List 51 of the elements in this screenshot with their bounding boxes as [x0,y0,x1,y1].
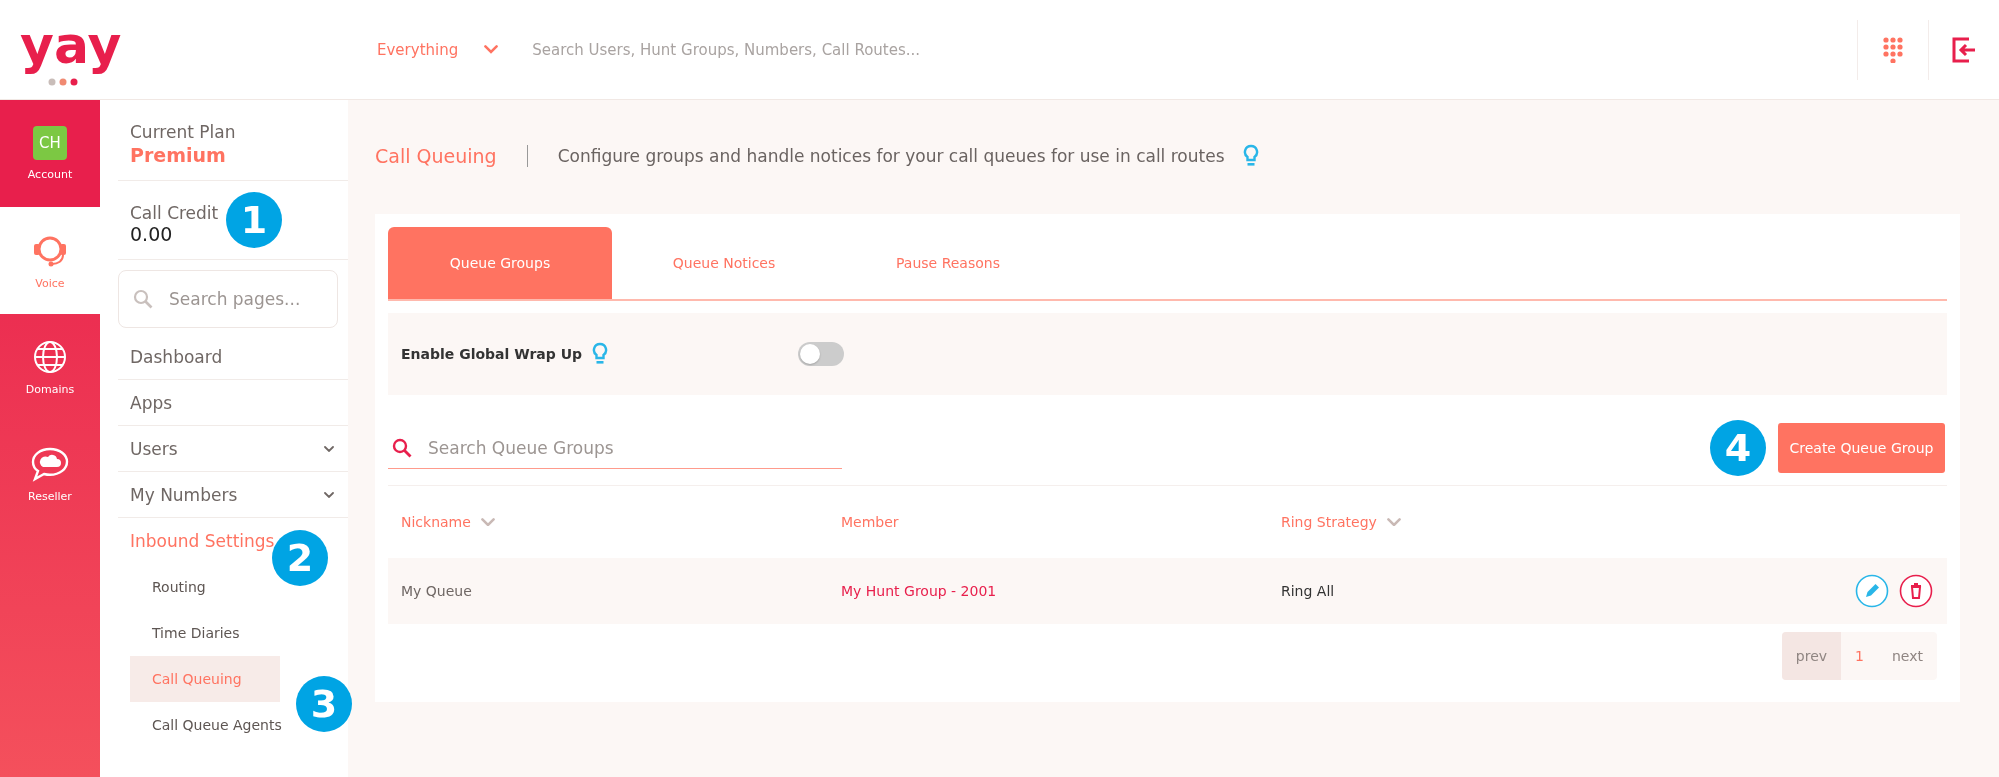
search-icon [392,437,412,458]
nickname-cell-text: My Queue [401,583,473,599]
lightbulb-icon [1242,144,1259,168]
avatar: CH [33,126,67,160]
plan-label: Current Plan [130,122,237,142]
page-number-button[interactable]: 1 [1841,632,1878,680]
tab[interactable]: Pause Reasons [836,227,1060,299]
logo-dots-icon [48,77,78,86]
page-search-box[interactable]: Search pages... [118,270,338,328]
tab[interactable]: Queue Notices [612,227,836,299]
queue-search-box[interactable]: Search Queue Groups [388,427,842,469]
column-header[interactable]: Nickname [401,514,841,530]
member-link[interactable]: My Hunt Group - 2001 [841,583,1281,599]
globe-icon [32,339,68,375]
page-description: Configure groups and handle notices for your call queues for use in call routes [557,146,1225,166]
logout-icon[interactable] [1951,36,1977,63]
edit-icon[interactable] [1855,574,1889,608]
delete-icon[interactable] [1899,574,1933,608]
credit-amount: 0.00 [130,223,174,245]
nav-subitem[interactable]: Call Queuing [130,656,280,702]
plan-name: Premium [130,144,227,166]
logo: yay [20,13,122,76]
tab[interactable]: Queue Groups [388,227,612,299]
speech-bubble-cloud-icon [30,446,70,482]
rail-item[interactable]: Voice [0,207,100,314]
setting-label: Enable Global Wrap Up [401,346,583,362]
nav-subitem[interactable]: Call Queue Agents [130,702,294,748]
chevron-down-icon [1386,517,1401,527]
nav-item[interactable]: Users [118,426,348,472]
nav-subitem[interactable]: Time Diaries [130,610,252,656]
rail-item[interactable]: Reseller [0,421,100,528]
credit-label: Call Credit [130,203,219,223]
search-icon [133,289,153,309]
nav-item[interactable]: Dashboard [118,334,348,380]
nav-item[interactable]: My Numbers [118,472,348,518]
ring-strategy-cell-text: Ring All [1281,583,1336,599]
toggle-switch[interactable] [798,342,845,366]
create-queue-group-button[interactable]: Create Queue Group [1778,423,1945,473]
page-title: Call Queuing [375,145,497,167]
chevron-down-icon [324,445,334,452]
dialpad-icon[interactable] [1883,36,1903,63]
column-header: Member [841,514,900,530]
lightbulb-icon [592,342,609,366]
chevron-down-icon [480,517,495,527]
nav-item[interactable]: Apps [118,380,348,426]
chevron-down-icon [324,491,334,498]
scope-dropdown[interactable]: Everything [377,40,499,59]
chevron-down-icon [484,45,499,54]
rail-item[interactable]: Domains [0,314,100,421]
nav-subitem[interactable]: Routing [130,564,218,610]
column-header[interactable]: Ring Strategy [1281,514,1827,530]
